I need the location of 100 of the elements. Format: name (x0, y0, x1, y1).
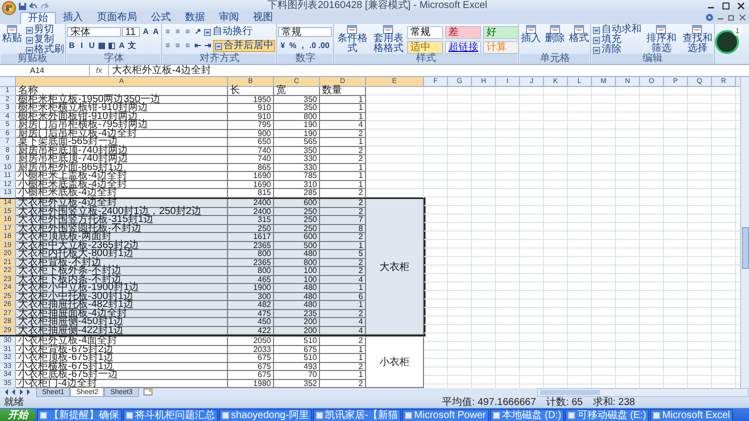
ribbon-tab[interactable]: 数据 (178, 12, 212, 24)
ribbon-button[interactable]: 排序和筛选 (644, 25, 678, 54)
ribbon-button[interactable]: 查找和选择 (680, 25, 714, 54)
ribbon-button[interactable]: 格式 (568, 25, 590, 44)
ribbon-tab[interactable]: 插入 (56, 12, 90, 24)
toolbar-button[interactable]: ↗ (193, 27, 202, 37)
table-cell: 8 (320, 224, 366, 233)
toolbar-button[interactable]: .00 (318, 41, 328, 51)
table-cell: 大衣柜抽屉侧-450封1边 (16, 318, 228, 326)
taskbar-item[interactable]: Microsoft Power (402, 409, 489, 421)
toolbar-button[interactable]: 格式刷 (25, 45, 65, 55)
toolbar-button[interactable]: .0 (308, 41, 318, 51)
toolbar-button[interactable]: 清除 (592, 45, 622, 55)
help-icon[interactable] (705, 13, 714, 22)
formula-field[interactable]: 大衣柜外立板-4边全封 (108, 65, 749, 76)
toolbar-button[interactable]: ≡ (173, 27, 182, 37)
toolbar-button[interactable]: I (77, 41, 86, 51)
restore-icon[interactable] (727, 13, 736, 22)
cell-style-option[interactable]: 差 (445, 26, 482, 39)
toolbar-button[interactable]: 自动求和 (592, 25, 642, 35)
sheet-navigation-icon[interactable] (4, 388, 32, 396)
table-cell: 厨房吊柜外面-865封1边 (16, 164, 228, 172)
name-box[interactable]: A14 (0, 65, 90, 76)
dropdown-field[interactable]: 常规 (278, 27, 332, 37)
dropdown-field[interactable]: 11 (122, 27, 140, 37)
table-cell: 250 (274, 216, 320, 224)
taskbar-item[interactable]: 将斗机柜问题汇总 (123, 409, 218, 421)
toolbar-button[interactable]: ¥ (278, 41, 288, 51)
ribbon-tab[interactable]: 页面布局 (90, 12, 144, 24)
taskbar-item[interactable]: 本地磁盘 (D:) (490, 409, 564, 421)
toolbar-button[interactable]: , (298, 41, 308, 51)
table-cell: 2 (320, 208, 366, 216)
toolbar-button[interactable]: ◧ (107, 41, 116, 51)
ribbon-button[interactable]: 条件格式 (335, 25, 370, 54)
close-icon[interactable] (738, 13, 747, 22)
table-cell: 2365 (228, 242, 274, 250)
insert-sheet-icon[interactable] (142, 388, 153, 396)
taskbar-item[interactable]: 【新提醒】确保 (37, 409, 122, 421)
dropdown-field[interactable]: 宋体 (67, 27, 122, 37)
table-cell: 2400 (228, 199, 274, 208)
toolbar-button[interactable]: 剪切 (25, 25, 55, 35)
ribbon-tab[interactable]: 开始 (20, 12, 56, 24)
ribbon-button[interactable]: 插入 (520, 25, 542, 44)
toolbar-button[interactable]: ≡ (183, 41, 192, 51)
taskbar-item[interactable]: shaoyedong-阿里 (219, 409, 312, 421)
table-cell: 1 (320, 346, 366, 354)
cell-style-option[interactable]: 好 (483, 26, 520, 39)
table-cell: 厨房吊柜底顶-740封两边 (16, 155, 228, 164)
toolbar-button[interactable]: A (141, 27, 150, 37)
vertical-scrollbar[interactable] (740, 77, 749, 388)
table-cell: 2 (320, 155, 366, 164)
table-cell: 1 (320, 172, 366, 180)
toolbar-button[interactable]: A (117, 41, 126, 51)
cell-style-option[interactable]: 常规 (407, 26, 444, 39)
table-cell: 2 (320, 258, 366, 267)
ribbon-button[interactable]: 粘贴 (1, 25, 23, 44)
ribbon-tab[interactable]: 公式 (144, 12, 178, 24)
table-cell: 250 (274, 208, 320, 216)
horizontal-scrollbar[interactable] (536, 388, 749, 397)
document-icon (6, 25, 18, 34)
toolbar-button[interactable]: 复制 (25, 35, 55, 45)
table-cell: 1 (320, 284, 366, 292)
toolbar-button[interactable]: ⇤ (193, 41, 202, 51)
toolbar-button[interactable]: ≡ (163, 41, 172, 51)
insert-function-button[interactable]: fx (90, 66, 108, 75)
toolbar-button[interactable]: B (67, 41, 76, 51)
taskbar-item[interactable]: Microsoft Excel (650, 409, 733, 421)
save-icon[interactable] (18, 2, 27, 10)
start-button[interactable]: 开始 (0, 409, 36, 421)
maximize-icon[interactable] (721, 1, 731, 11)
ribbon-tab[interactable]: 审阅 (212, 12, 246, 24)
table-cell: 600 (274, 233, 320, 242)
table-cell: 865 (228, 164, 274, 172)
table-cell: 190 (274, 130, 320, 138)
office-button[interactable] (2, 1, 16, 15)
table-cell: 小衣柜背板-675封2边 (16, 346, 228, 354)
cell-style-option[interactable]: 超链接 (445, 41, 482, 54)
table-cell: 510 (274, 337, 320, 346)
undo-icon[interactable] (29, 2, 38, 10)
toolbar-button[interactable]: 合并后居中 (213, 40, 276, 52)
toolbar-button[interactable]: ≡ (163, 27, 172, 37)
toolbar-button[interactable]: 填充 (592, 35, 622, 45)
taskbar-item[interactable]: 凯讯家居-【新猫 (312, 409, 402, 421)
ribbon-button[interactable]: 删除 (544, 25, 566, 44)
toolbar-button[interactable]: 文 (127, 41, 136, 51)
toolbar-button[interactable]: ▦ (97, 41, 106, 51)
cell-style-option[interactable]: 适中 (407, 41, 444, 54)
close-icon[interactable] (736, 1, 746, 11)
toolbar-button[interactable]: % (288, 41, 298, 51)
ribbon-button[interactable]: 套用表格格式 (371, 25, 406, 54)
toolbar-button[interactable]: A (151, 27, 160, 37)
toolbar-button[interactable]: U (87, 41, 96, 51)
toolbar-button[interactable]: ≡ (183, 27, 192, 37)
ribbon-tab[interactable]: 视图 (246, 12, 280, 24)
toolbar-button[interactable]: 自动换行 (203, 27, 254, 37)
toolbar-button[interactable]: ≡ (173, 41, 182, 51)
table-cell: 1 (320, 301, 366, 310)
taskbar-item[interactable]: 可移动磁盘 (E:) (565, 409, 650, 421)
toolbar-button[interactable]: ⇥ (203, 41, 212, 51)
table-cell: 480 (274, 284, 320, 292)
